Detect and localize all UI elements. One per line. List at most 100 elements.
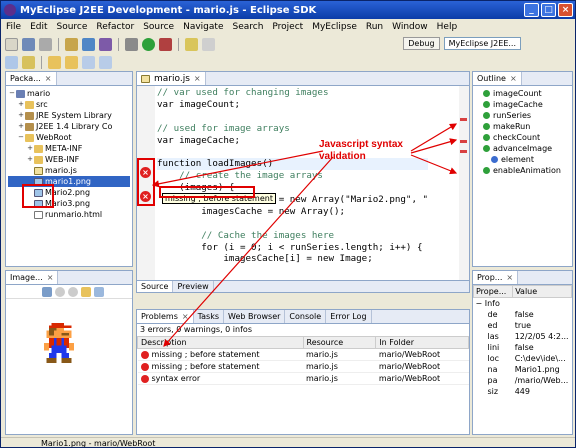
tree-item[interactable]: runmario.html xyxy=(8,209,130,220)
menu-source-2[interactable]: Source xyxy=(143,22,174,32)
error-overview-mark[interactable] xyxy=(460,140,467,143)
property-row[interactable]: na Mario1.png xyxy=(474,364,572,375)
tab-console[interactable]: Console xyxy=(285,310,327,323)
close-icon[interactable]: × xyxy=(194,74,201,83)
tree-item[interactable]: mario.js xyxy=(8,165,130,176)
tree-item[interactable]: + WEB-INF xyxy=(8,154,130,165)
tab-web-browser[interactable]: Web Browser xyxy=(224,310,286,323)
tree-item[interactable]: + JRE System Library xyxy=(8,110,130,121)
debug-bug-icon[interactable] xyxy=(125,37,138,51)
column-value[interactable]: Value xyxy=(512,285,572,298)
close-icon[interactable]: × xyxy=(47,273,54,282)
tree-item[interactable]: − WebRoot xyxy=(8,132,130,143)
tree-item[interactable]: + META-INF xyxy=(8,143,130,154)
property-row[interactable]: de false xyxy=(474,309,572,320)
expand-icon[interactable]: + xyxy=(17,121,25,132)
maximize-button[interactable]: □ xyxy=(541,3,556,17)
close-icon[interactable]: × xyxy=(510,74,517,83)
outline-item[interactable]: runSeries xyxy=(475,110,570,121)
expand-icon[interactable]: + xyxy=(17,110,25,121)
tab-preview[interactable]: Preview xyxy=(173,281,214,292)
run-icon[interactable] xyxy=(142,37,155,51)
flip-icon[interactable] xyxy=(94,286,104,297)
menu-help[interactable]: Help xyxy=(437,22,458,32)
forward-icon[interactable] xyxy=(99,55,112,69)
close-button[interactable]: × xyxy=(558,3,573,17)
code-line[interactable] xyxy=(157,111,428,123)
tab-tasks[interactable]: Tasks xyxy=(193,310,225,323)
code-line[interactable]: imagesCache = new Array(); xyxy=(157,206,428,218)
property-row[interactable]: pa/mario/Web... xyxy=(474,375,572,386)
code-line[interactable]: // used for image arrays xyxy=(157,123,428,135)
menu-file[interactable]: File xyxy=(6,22,21,32)
tab-image-viewer[interactable]: Image... × xyxy=(6,271,59,284)
menu-edit[interactable]: Edit xyxy=(30,22,47,32)
zoom-out-icon[interactable] xyxy=(68,286,78,297)
deploy-icon[interactable] xyxy=(65,37,78,51)
column-in-folder[interactable]: In Folder xyxy=(375,336,469,349)
server-icon[interactable] xyxy=(82,37,95,51)
problem-row[interactable]: missing ; before statement mario.js mario/… xyxy=(137,348,469,361)
menu-refactor[interactable]: Refactor xyxy=(96,22,134,32)
outline-item[interactable]: checkCount xyxy=(475,132,570,143)
search-icon[interactable] xyxy=(202,37,215,51)
expand-icon[interactable]: + xyxy=(17,99,25,110)
tab-error-log[interactable]: Error Log xyxy=(326,310,372,323)
property-row[interactable]: loc C:\dev\ide\... xyxy=(474,353,572,364)
outline-item[interactable]: advanceImage xyxy=(475,143,570,154)
rotate-icon[interactable] xyxy=(81,286,91,297)
expand-icon[interactable]: + xyxy=(26,154,34,165)
edit-icon[interactable] xyxy=(22,55,35,69)
close-icon[interactable]: × xyxy=(506,273,513,282)
tab-problems[interactable]: Problems × xyxy=(137,310,194,323)
tree-item[interactable]: + src xyxy=(8,99,130,110)
code-line[interactable]: // create the image arrays xyxy=(157,170,428,182)
code-line[interactable]: var imageCount; xyxy=(157,99,428,111)
minimize-button[interactable]: _ xyxy=(524,3,539,17)
overview-ruler[interactable] xyxy=(459,86,469,282)
expand-icon[interactable]: − xyxy=(17,132,25,143)
tab-source[interactable]: Source xyxy=(137,281,174,292)
perspective-myeclipse[interactable]: MyEclipse J2EE... xyxy=(443,37,521,50)
column-property[interactable]: Prope... xyxy=(473,285,514,298)
tree-item[interactable]: + J2EE 1.4 Library Co xyxy=(8,121,130,132)
tree-item[interactable]: − mario xyxy=(8,88,130,99)
property-row[interactable]: ed true xyxy=(474,320,572,331)
menu-window[interactable]: Window xyxy=(392,22,428,32)
menu-project[interactable]: Project xyxy=(272,22,303,32)
perspective-debug[interactable]: Debug xyxy=(403,37,440,50)
back-icon[interactable] xyxy=(82,55,95,69)
next-annotation-icon[interactable] xyxy=(48,55,61,69)
zoom-in-icon[interactable] xyxy=(55,286,65,297)
open-type-icon[interactable] xyxy=(185,37,198,51)
error-overview-mark[interactable] xyxy=(460,118,467,121)
new-icon[interactable] xyxy=(5,37,18,51)
expand-icon[interactable]: + xyxy=(26,143,34,154)
tab-properties[interactable]: Prop... × xyxy=(473,271,519,284)
property-row[interactable]: siz 449 xyxy=(474,386,572,397)
property-row[interactable]: las 12/2/05 4:2... xyxy=(474,331,572,342)
globe-icon[interactable] xyxy=(99,37,112,51)
tab-outline[interactable]: Outline × xyxy=(473,72,522,85)
close-icon[interactable]: × xyxy=(45,74,52,83)
tab-mario-js[interactable]: mario.js × xyxy=(137,72,206,85)
code-line[interactable]: // var used for changing images xyxy=(157,87,428,99)
outline-item[interactable]: enableAnimation xyxy=(475,165,570,176)
problem-row[interactable]: syntax error mario.js mario/WebRoot xyxy=(137,372,469,385)
annotation-icon[interactable] xyxy=(5,55,18,69)
outline-item[interactable]: imageCount xyxy=(475,88,570,99)
code-line[interactable]: // Cache the images here xyxy=(157,230,428,242)
property-row[interactable]: lini false xyxy=(474,342,572,353)
code-line[interactable]: imagesCache[i] = new Image; xyxy=(157,253,428,265)
outline-item[interactable]: imageCache xyxy=(475,99,570,110)
menu-search[interactable]: Search xyxy=(232,22,263,32)
fit-icon[interactable] xyxy=(42,286,52,297)
menu-navigate[interactable]: Navigate xyxy=(183,22,223,32)
column-resource[interactable]: Resource xyxy=(302,336,377,349)
expand-icon[interactable]: − xyxy=(8,88,16,99)
error-overview-mark[interactable] xyxy=(460,150,467,153)
code-line[interactable] xyxy=(157,218,428,230)
outline-item[interactable]: element xyxy=(475,154,570,165)
menu-source[interactable]: Source xyxy=(57,22,88,32)
menu-run[interactable]: Run xyxy=(366,22,383,32)
